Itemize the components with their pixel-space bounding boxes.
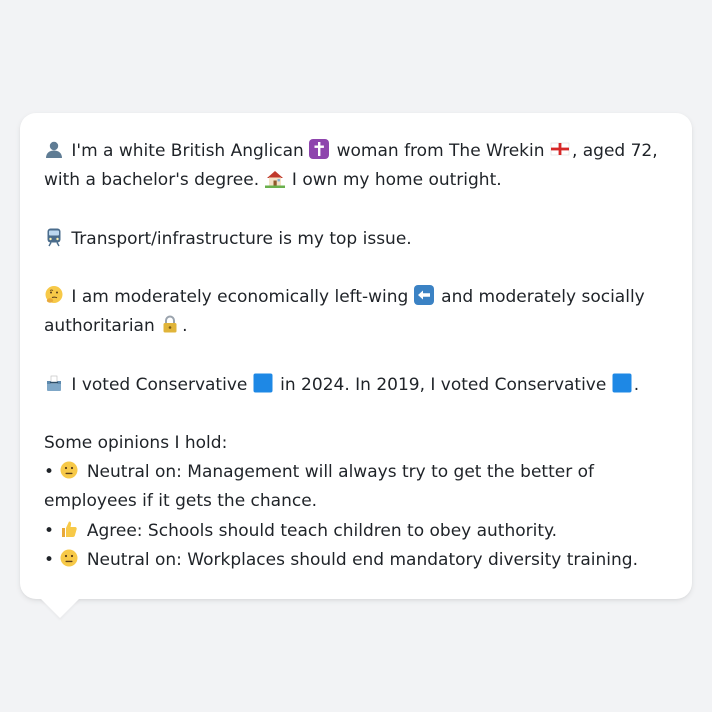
person-silhouette-icon xyxy=(44,139,64,159)
blue-square-icon xyxy=(612,373,632,393)
opinion-item: • Neutral on: Workplaces should end mand… xyxy=(44,546,668,575)
identity-text-a: I'm a white British Anglican xyxy=(71,141,304,161)
england-flag-icon xyxy=(550,139,570,159)
neutral-face-icon xyxy=(59,548,79,568)
latin-cross-icon xyxy=(309,139,330,159)
ideology-text-a: I am moderately economically left-wing xyxy=(71,286,409,307)
voting-text-c: . xyxy=(633,374,640,395)
identity-text-b: woman from The Wrekin xyxy=(336,141,545,161)
bullet: • xyxy=(44,520,55,541)
opinion-item: • Neutral on: Management will always try… xyxy=(44,458,668,516)
opinion-text: Agree: Schools should teach children to … xyxy=(86,520,558,541)
thinking-face-icon xyxy=(44,285,64,305)
opinion-item: • Agree: Schools should teach children t… xyxy=(44,517,668,546)
opinion-text: Neutral on: Workplaces should end mandat… xyxy=(86,549,638,570)
blue-square-icon xyxy=(253,373,273,393)
bullet: • xyxy=(44,549,55,570)
voting-paragraph: I voted Conservative in 2024. In 2019, I… xyxy=(44,371,668,400)
top-issue-text: Transport/infrastructure is my top issue… xyxy=(71,228,412,249)
identity-paragraph: I'm a white British Anglican woman from … xyxy=(44,137,668,195)
ideology-paragraph: I am moderately economically left-wing a… xyxy=(44,283,668,341)
ballot-box-icon xyxy=(44,373,64,393)
thumbs-up-icon xyxy=(59,519,79,539)
bullet: • xyxy=(44,462,55,483)
voting-text-a: I voted Conservative xyxy=(71,374,248,395)
house-icon xyxy=(264,168,285,189)
neutral-face-icon xyxy=(59,460,79,480)
top-issue-paragraph: Transport/infrastructure is my top issue… xyxy=(44,225,668,254)
bubble-tail xyxy=(40,598,80,618)
voting-text-b: in 2024. In 2019, I voted Conservative xyxy=(280,374,607,395)
left-arrow-icon xyxy=(413,284,434,305)
lock-icon xyxy=(160,314,180,334)
ideology-text-c: . xyxy=(182,316,188,337)
persona-message-bubble: I'm a white British Anglican woman from … xyxy=(20,113,692,599)
opinions-heading: Some opinions I hold: xyxy=(44,432,228,453)
identity-text-d: I own my home outright. xyxy=(291,170,502,191)
train-icon xyxy=(44,227,64,247)
opinion-text: Neutral on: Management will always try t… xyxy=(44,462,594,512)
